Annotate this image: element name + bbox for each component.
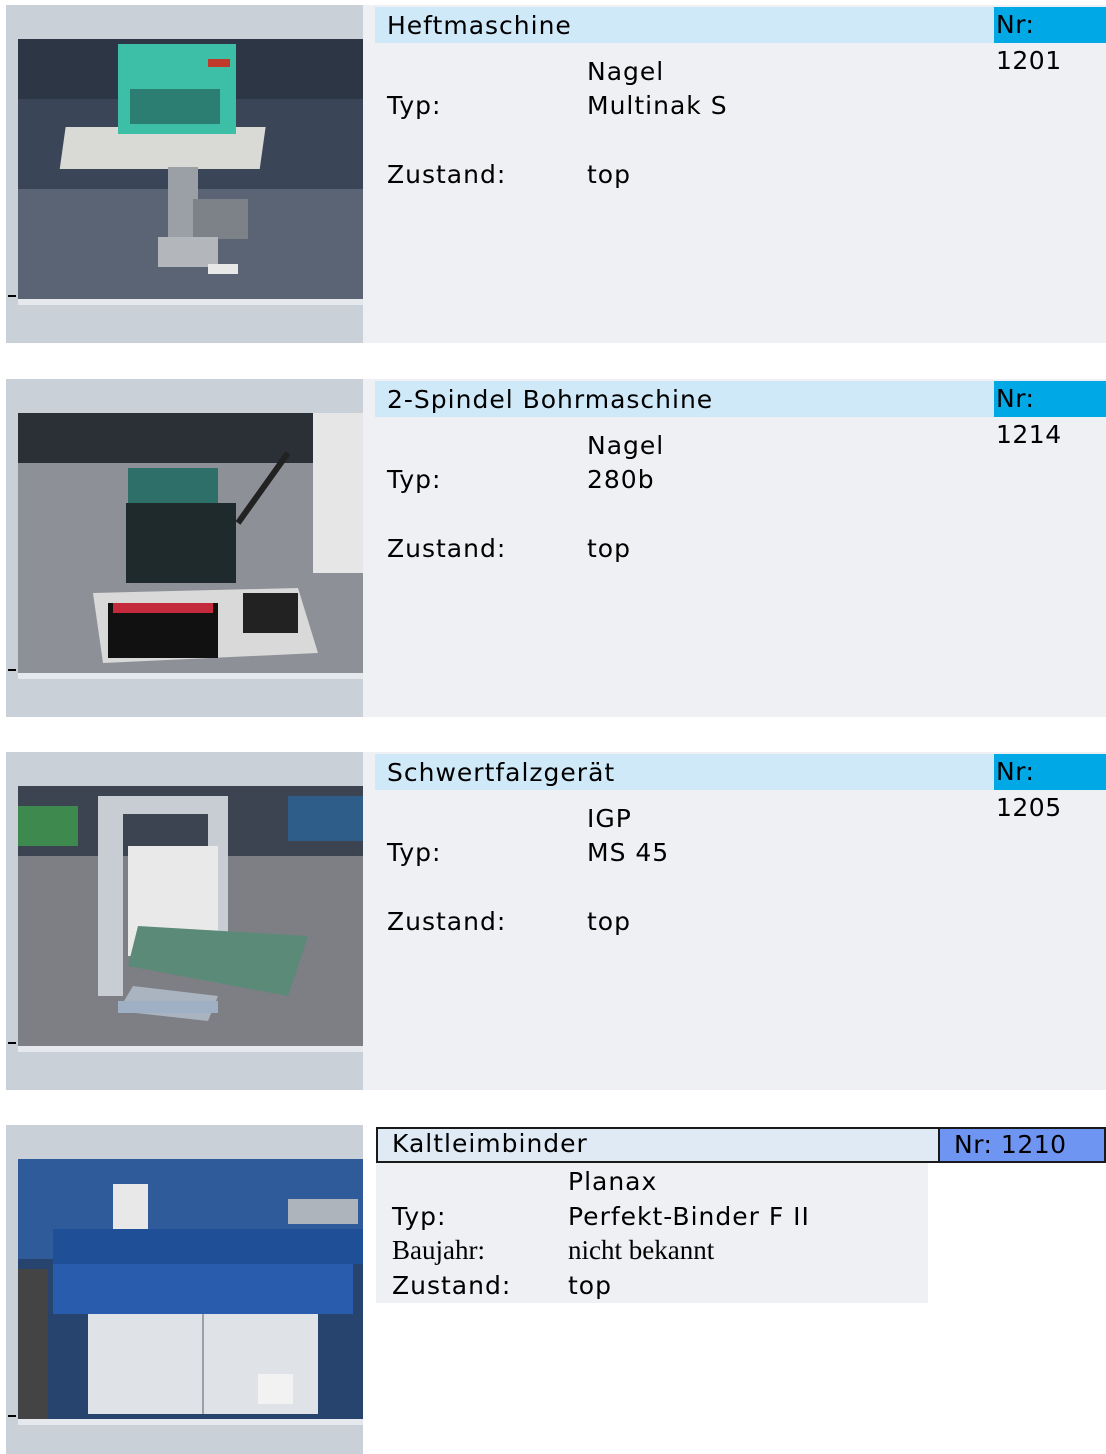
zustand-label: Zustand: [392,1271,512,1300]
manufacturer-value: Nagel [587,57,665,86]
machine-title: Heftmaschine [387,11,572,40]
typ-value: 280b [587,465,655,494]
zustand-value: top [587,160,631,189]
stapling-machine-photo[interactable] [18,39,363,305]
binding-machine-photo[interactable] [18,1159,363,1425]
photo-column [6,752,363,1090]
zustand-label: Zustand: [387,534,507,563]
typ-label: Typ: [387,838,442,867]
photo-column [6,1125,363,1454]
zustand-value: top [568,1271,612,1300]
manufacturer-value: IGP [587,804,632,833]
info-column: Schwertfalzgerät Nr: 1205 IGP Typ: MS 45… [363,752,1106,1090]
listing-1201: Heftmaschine Nr: 1201 Nagel Typ: Multina… [6,5,1106,343]
item-number-badge: Nr: 1201 [994,7,1106,75]
manufacturer-value: Planax [568,1167,658,1196]
item-number-badge: Nr: 1205 [994,754,1106,822]
typ-label: Typ: [387,91,442,120]
info-column: 2-Spindel Bohrmaschine Nr: 1214 Nagel Ty… [363,379,1106,717]
typ-label: Typ: [387,465,442,494]
caption-underscore [8,1415,16,1417]
typ-value: Multinak S [587,91,728,120]
zustand-value: top [587,534,631,563]
listing-1214: 2-Spindel Bohrmaschine Nr: 1214 Nagel Ty… [6,379,1106,717]
title-bar: 2-Spindel Bohrmaschine Nr: 1214 [375,381,1106,449]
item-number-badge: Nr: 1214 [994,381,1106,449]
listing-1205: Schwertfalzgerät Nr: 1205 IGP Typ: MS 45… [6,752,1106,1090]
drilling-machine-photo[interactable] [18,413,363,679]
zustand-value: top [587,907,631,936]
machine-title: Kaltleimbinder [392,1129,588,1158]
item-number-badge: Nr: 1210 [938,1129,1104,1161]
listing-1210: Kaltleimbinder Nr: 1210 Planax Typ: Perf… [6,1125,1106,1454]
typ-value: Perfekt-Binder F II [568,1202,810,1231]
zustand-label: Zustand: [387,160,507,189]
title-bar: Schwertfalzgerät Nr: 1205 [375,754,1106,822]
info-column: Heftmaschine Nr: 1201 Nagel Typ: Multina… [363,5,1106,343]
manufacturer-value: Nagel [587,431,665,460]
info-column: Kaltleimbinder Nr: 1210 Planax Typ: Perf… [363,1125,1106,1454]
machine-title: 2-Spindel Bohrmaschine [387,385,714,414]
zustand-label: Zustand: [387,907,507,936]
folding-machine-photo[interactable] [18,786,363,1052]
baujahr-label: Baujahr: [392,1235,485,1265]
caption-underscore [8,295,16,297]
machine-title: Schwertfalzgerät [387,758,616,787]
title-bar: Kaltleimbinder Nr: 1210 [376,1127,1106,1163]
typ-label: Typ: [392,1202,447,1231]
baujahr-value: nicht bekannt [568,1235,715,1265]
photo-column [6,379,363,717]
title-bar: Heftmaschine Nr: 1201 [375,7,1106,75]
typ-value: MS 45 [587,838,670,867]
caption-underscore [8,669,16,671]
caption-underscore [8,1042,16,1044]
photo-column [6,5,363,343]
